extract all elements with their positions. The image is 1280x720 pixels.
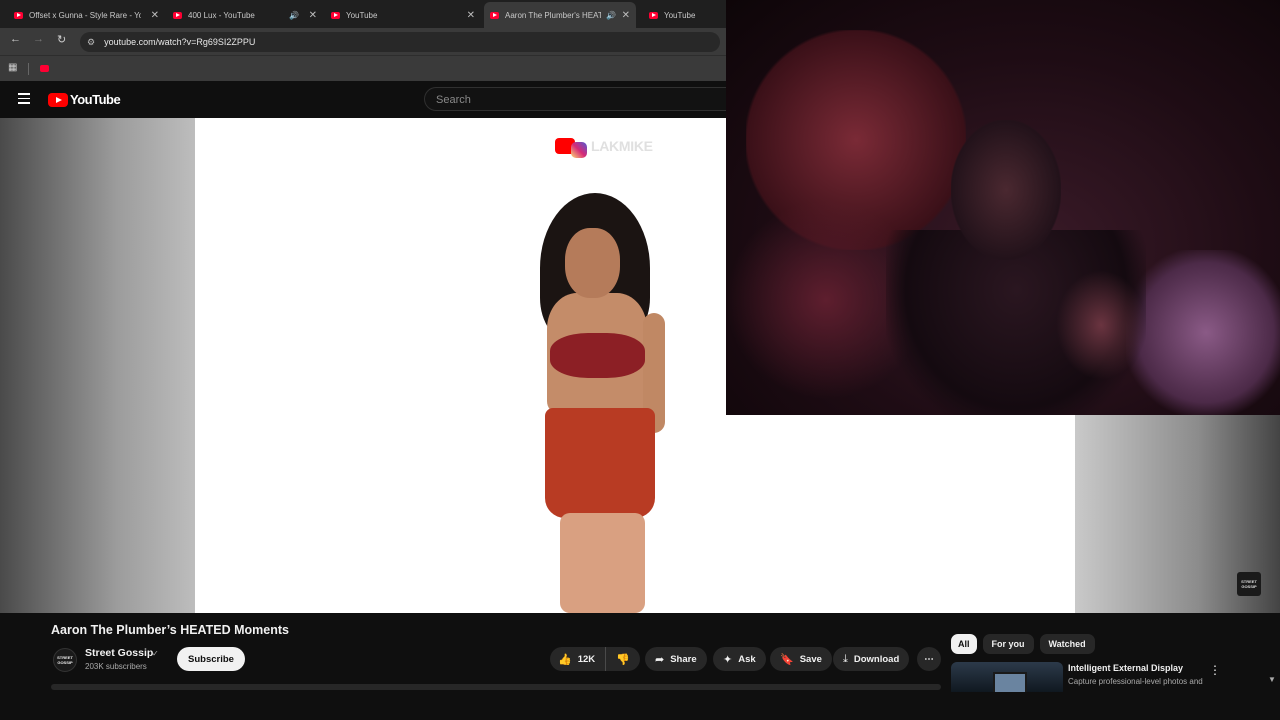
video-subject	[495, 193, 705, 613]
verified-badge-icon: ✓	[152, 649, 159, 658]
apps-grid-icon[interactable]: ▦	[8, 62, 17, 73]
more-actions-button[interactable]: ⋯	[917, 647, 941, 671]
download-icon: ⤓	[843, 652, 848, 665]
share-label: Share	[670, 653, 697, 665]
save-label: Save	[799, 653, 822, 665]
tab-label: 400 Lux - YouTube	[188, 10, 255, 20]
youtube-favicon-icon	[14, 11, 23, 19]
channel-corner-logo[interactable]: STREET GOSSIP	[1237, 572, 1261, 596]
forward-arrow-icon[interactable]: →	[33, 33, 44, 45]
menu-hamburger-icon[interactable]	[18, 93, 30, 107]
subscribe-button[interactable]: Subscribe	[177, 647, 245, 671]
bookmark-icon: 🔖	[780, 653, 794, 666]
close-tab-icon[interactable]: ✕	[309, 10, 317, 21]
channel-avatar[interactable]: STREET GOSSIP	[53, 648, 77, 672]
bookmarks-bar: ▦	[0, 55, 726, 81]
speaker-icon[interactable]: 🔊	[289, 11, 299, 20]
browser-tab-2[interactable]: 400 Lux - YouTube 🔊 ✕	[173, 4, 317, 26]
video-details-area: Aaron The Plumber’s HEATED Moments STREE…	[0, 613, 1280, 720]
share-arrow-icon: ➦	[655, 653, 665, 666]
scroll-down-icon[interactable]: ▼	[1268, 675, 1276, 684]
youtube-favicon-icon	[490, 11, 499, 19]
ask-button[interactable]: ✦ Ask	[713, 647, 766, 671]
youtube-play-logo-icon	[48, 92, 68, 107]
description-box[interactable]	[51, 684, 941, 690]
url-text[interactable]: youtube.com/watch?v=Rg69SI2ZPPU	[104, 37, 255, 47]
youtube-favicon-icon	[331, 11, 340, 19]
video-player-lower[interactable]	[726, 415, 1075, 613]
channel-name[interactable]: Street Gossip	[85, 647, 153, 659]
search-box[interactable]	[424, 87, 726, 111]
recommendation-thumbnail[interactable]	[951, 662, 1063, 692]
address-bar-row: ← → ↻ ⚙ youtube.com/watch?v=Rg69SI2ZPPU	[0, 28, 726, 55]
recommendation-chips: All For you Watched	[951, 634, 1101, 654]
chip-watched[interactable]: Watched	[1039, 634, 1095, 654]
video-blur-left	[0, 118, 195, 613]
recommendation-description: Capture professional-level photos and	[1068, 677, 1203, 686]
close-tab-icon[interactable]: ✕	[151, 10, 159, 21]
recommendation-menu-icon[interactable]: ⋮	[1209, 663, 1221, 677]
youtube-favicon-icon	[173, 11, 182, 19]
youtube-bookmark-icon[interactable]	[40, 65, 49, 72]
share-button[interactable]: ➦ Share	[645, 647, 707, 671]
site-info-icon[interactable]: ⚙	[87, 37, 95, 48]
speaker-icon[interactable]: 🔊	[606, 11, 616, 20]
video-player[interactable]: LAKMIKE	[195, 118, 726, 613]
watermark-text: LAKMIKE	[591, 138, 653, 154]
video-title: Aaron The Plumber’s HEATED Moments	[51, 623, 289, 637]
download-label: Download	[853, 653, 900, 665]
url-omnibox[interactable]: ⚙ youtube.com/watch?v=Rg69SI2ZPPU	[80, 32, 720, 52]
tab-label: YouTube	[346, 10, 378, 20]
tab-label: Offset x Gunna - Style Rare - Yo	[29, 10, 141, 20]
ask-label: Ask	[738, 653, 756, 665]
browser-tab-bar: Offset x Gunna - Style Rare - Yo ✕ 400 L…	[0, 0, 726, 28]
browser-tab-1[interactable]: Offset x Gunna - Style Rare - Yo ✕	[14, 4, 159, 26]
sparkle-icon: ✦	[723, 653, 733, 666]
instagram-watermark-icon	[571, 142, 587, 158]
webcam-overlay	[726, 0, 1280, 415]
dislike-button[interactable]: 👎	[606, 653, 630, 666]
close-tab-icon[interactable]: ✕	[622, 10, 630, 21]
search-input[interactable]	[434, 93, 688, 107]
youtube-logo-text: YouTube	[70, 92, 121, 107]
browser-tab-5[interactable]: YouTube	[649, 4, 726, 26]
reload-icon[interactable]: ↻	[57, 33, 66, 46]
thumbs-up-icon: 👍	[558, 653, 572, 666]
back-arrow-icon[interactable]: ←	[10, 33, 21, 45]
recommendation-title[interactable]: Intelligent External Display	[1068, 663, 1183, 673]
subscriber-count: 203K subscribers	[85, 662, 147, 671]
close-tab-icon[interactable]: ✕	[467, 10, 475, 21]
chip-all[interactable]: All	[951, 634, 977, 654]
download-button[interactable]: ⤓ Download	[833, 647, 910, 671]
youtube-favicon-icon	[649, 11, 658, 19]
bookmark-divider	[28, 63, 29, 75]
tab-label: YouTube	[664, 10, 696, 20]
video-watermark: LAKMIKE	[555, 134, 653, 158]
like-count: 12K	[577, 653, 596, 665]
chip-for-you[interactable]: For you	[982, 634, 1034, 654]
youtube-header: YouTube	[0, 81, 726, 118]
like-button[interactable]: 👍 12K	[550, 647, 607, 671]
browser-tab-3[interactable]: YouTube ✕	[331, 4, 475, 26]
youtube-logo[interactable]: YouTube	[48, 92, 121, 107]
browser-tab-4-active[interactable]: Aaron The Plumber's HEAT 🔊 ✕	[484, 2, 636, 28]
tab-label: Aaron The Plumber's HEAT	[505, 10, 601, 20]
save-button[interactable]: 🔖 Save	[770, 647, 832, 671]
like-dislike-group: 👍 12K 👎	[550, 647, 640, 671]
